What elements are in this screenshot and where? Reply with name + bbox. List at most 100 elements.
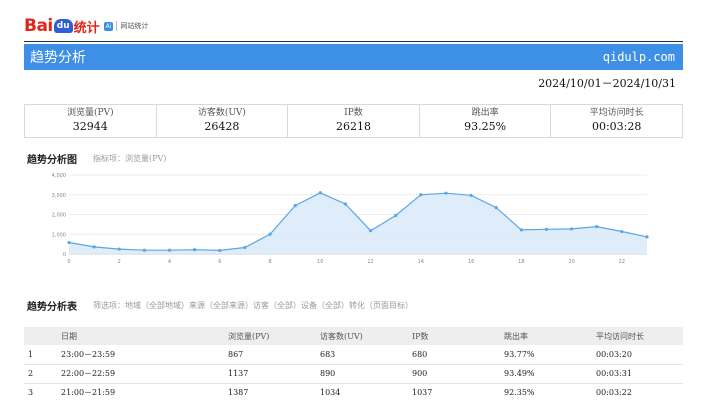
data-point bbox=[394, 213, 398, 218]
cell-ip: 680 bbox=[408, 345, 500, 365]
col-header-date: 日期 bbox=[57, 327, 224, 345]
data-point bbox=[570, 227, 574, 231]
x-tick-label: 6 bbox=[218, 259, 221, 265]
col-header-duration: 平均访问时长 bbox=[592, 327, 683, 345]
data-point bbox=[193, 248, 197, 252]
logo-ai-badge: Ai bbox=[103, 21, 114, 31]
banner-title: 趋势分析 bbox=[30, 50, 86, 66]
logo-tongji-text: 统计 bbox=[73, 20, 100, 36]
x-tick-label: 20 bbox=[568, 259, 574, 265]
kpi-uv: 访客数(UV) 26428 bbox=[157, 105, 289, 137]
series-area bbox=[69, 192, 647, 254]
y-tick-label: 3,000 bbox=[52, 193, 66, 199]
kpi-value: 26428 bbox=[204, 120, 240, 133]
data-point bbox=[444, 191, 448, 195]
kpi-value: 26218 bbox=[335, 120, 371, 133]
cell-bounce: 93.77% bbox=[500, 345, 592, 365]
data-point bbox=[544, 227, 549, 231]
cell-index: 1 bbox=[24, 345, 57, 365]
kpi-summary: 浏览量(PV) 32944 访客数(UV) 26428 IP数 26218 跳出… bbox=[24, 104, 683, 138]
data-point bbox=[368, 229, 373, 233]
header-divider bbox=[24, 41, 683, 42]
table-row: 1 23:00－23:59 867 683 680 93.77% 00:03:2… bbox=[24, 345, 683, 365]
data-point bbox=[142, 248, 146, 252]
date-range: 2024/10/01－2024/10/31 bbox=[538, 77, 676, 90]
x-tick-label: 16 bbox=[468, 259, 474, 265]
kpi-value: 93.25% bbox=[464, 120, 507, 133]
kpi-label: 平均访问时长 bbox=[589, 108, 644, 118]
cell-duration: 00:03:31 bbox=[592, 364, 683, 384]
cell-duration: 00:03:22 bbox=[592, 383, 683, 400]
logo-subtitle: 网站统计 bbox=[120, 22, 149, 30]
y-tick-label: 2,000 bbox=[52, 213, 66, 219]
logo-paw-icon: du bbox=[53, 19, 73, 33]
y-tick-label: 0 bbox=[63, 252, 66, 258]
kpi-label: 跳出率 bbox=[471, 108, 499, 118]
x-tick-label: 0 bbox=[67, 259, 70, 265]
data-point bbox=[318, 191, 322, 195]
y-tick-label: 1,000 bbox=[52, 232, 66, 238]
data-point bbox=[469, 193, 473, 197]
cell-date: 21:00－21:59 bbox=[57, 383, 224, 400]
trend-chart: 0 1,000 2,000 3,000 4,000 0 2 4 6 8 10 12 14 16 18 20 22 bbox=[52, 173, 649, 265]
x-tick-label: 10 bbox=[317, 259, 323, 265]
cell-uv: 1034 bbox=[316, 383, 408, 400]
x-tick-label: 18 bbox=[518, 259, 524, 265]
data-point bbox=[645, 235, 649, 239]
data-point bbox=[419, 193, 423, 197]
data-point bbox=[519, 228, 523, 232]
trend-table-filters: 筛选项：地域（全部地域）来源（全部来源）访客（全部）设备（全部）转化（页面目标） bbox=[93, 301, 413, 310]
kpi-label: IP数 bbox=[344, 108, 363, 118]
kpi-bounce-rate: 跳出率 93.25% bbox=[420, 105, 552, 137]
col-header-uv: 访客数(UV) bbox=[316, 327, 408, 345]
cell-index: 3 bbox=[24, 383, 57, 400]
col-header-bounce: 跳出率 bbox=[500, 327, 592, 345]
baidu-tongji-logo: Bai du 统计 Ai 网站统计 bbox=[24, 14, 148, 38]
x-tick-label: 4 bbox=[168, 259, 171, 265]
trend-table-title: 趋势分析表 bbox=[27, 302, 77, 313]
data-point bbox=[494, 205, 498, 210]
y-tick-label: 4,000 bbox=[52, 173, 66, 179]
data-point bbox=[243, 245, 247, 250]
kpi-label: 浏览量(PV) bbox=[67, 108, 114, 118]
cell-bounce: 92.35% bbox=[500, 383, 592, 400]
cell-uv: 683 bbox=[316, 345, 408, 365]
data-point bbox=[117, 247, 121, 251]
report-banner: 趋势分析 qidulp.com bbox=[24, 44, 683, 70]
x-tick-label: 14 bbox=[418, 259, 424, 265]
x-tick-label: 12 bbox=[367, 259, 373, 265]
kpi-label: 访客数(UV) bbox=[197, 108, 246, 118]
kpi-ip: IP数 26218 bbox=[288, 105, 420, 137]
data-point bbox=[343, 202, 348, 206]
cell-bounce: 93.49% bbox=[500, 364, 592, 384]
kpi-value: 00:03:28 bbox=[591, 120, 642, 133]
cell-uv: 890 bbox=[316, 364, 408, 384]
trend-metric-note: 指标项：浏览量(PV) bbox=[93, 154, 167, 163]
cell-pv: 867 bbox=[224, 345, 316, 365]
data-point bbox=[620, 229, 624, 234]
data-point bbox=[218, 248, 222, 253]
table-header-row: 日期 浏览量(PV) 访客数(UV) IP数 跳出率 平均访问时长 bbox=[24, 327, 683, 345]
col-header-index bbox=[24, 327, 57, 345]
table-row: 2 22:00－22:59 1137 890 900 93.49% 00:03:… bbox=[24, 364, 683, 384]
data-point bbox=[67, 240, 71, 245]
logo-bai-text: Bai bbox=[24, 16, 53, 36]
kpi-value: 32944 bbox=[72, 120, 108, 133]
data-point bbox=[167, 248, 172, 252]
kpi-pv: 浏览量(PV) 32944 bbox=[25, 105, 157, 137]
cell-index: 2 bbox=[24, 364, 57, 384]
x-tick-label: 8 bbox=[268, 259, 271, 265]
data-point bbox=[595, 225, 599, 229]
site-domain: qidulp.com bbox=[602, 50, 675, 64]
logo-divider bbox=[116, 21, 118, 31]
kpi-avg-duration: 平均访问时长 00:03:28 bbox=[551, 105, 682, 137]
data-point bbox=[92, 245, 96, 249]
trend-table: 日期 浏览量(PV) 访客数(UV) IP数 跳出率 平均访问时长 1 23:0… bbox=[24, 327, 683, 400]
cell-ip: 900 bbox=[408, 364, 500, 384]
cell-pv: 1387 bbox=[224, 383, 316, 400]
cell-duration: 00:03:20 bbox=[592, 345, 683, 365]
col-header-pv: 浏览量(PV) bbox=[224, 327, 316, 345]
table-row: 3 21:00－21:59 1387 1034 1037 92.35% 00:0… bbox=[24, 383, 683, 400]
cell-date: 23:00－23:59 bbox=[57, 345, 224, 365]
x-tick-label: 2 bbox=[118, 259, 121, 265]
